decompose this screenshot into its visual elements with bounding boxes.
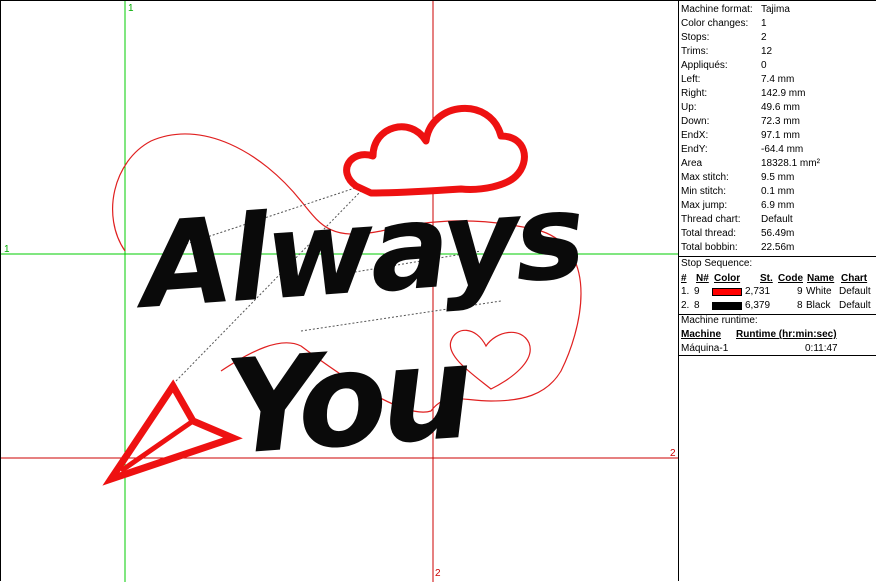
guide-label-bottom-2: 2 bbox=[435, 568, 441, 579]
design-preview: Always You bbox=[1, 1, 679, 582]
header-needle: N# bbox=[696, 273, 709, 284]
property-label: Min stitch: bbox=[681, 186, 727, 197]
property-label: Down: bbox=[681, 116, 710, 127]
row-chart: Default bbox=[839, 300, 871, 311]
header-machine: Machine bbox=[681, 329, 722, 340]
property-value: 0 bbox=[761, 60, 767, 71]
row-needle: 9 bbox=[694, 286, 700, 297]
header-name: Name bbox=[807, 273, 835, 284]
design-info-panel: Machine format: Tajima Color changes: 1 Stop… bbox=[678, 0, 876, 581]
row-num: 2. bbox=[681, 300, 690, 311]
property-value: Default bbox=[761, 214, 793, 225]
property-value: 142.9 mm bbox=[761, 88, 806, 99]
header-color: Color bbox=[714, 273, 741, 284]
header-chart: Chart bbox=[841, 273, 868, 284]
stop-sequence-title: Stop Sequence: bbox=[681, 258, 753, 269]
header-runtime: Runtime (hr:min:sec) bbox=[736, 329, 837, 340]
lettering-you: You bbox=[221, 316, 475, 485]
guide-label-right-2: 2 bbox=[670, 448, 676, 459]
divider bbox=[679, 355, 876, 356]
runtime-machine: Máquina-1 bbox=[681, 343, 729, 354]
property-label: EndY: bbox=[681, 144, 708, 155]
row-code: 9 bbox=[797, 286, 803, 297]
design-canvas[interactable]: Always You 1 1 2 2 bbox=[0, 0, 679, 582]
property-value: 1 bbox=[761, 18, 767, 29]
property-value: -64.4 mm bbox=[761, 144, 804, 155]
property-value: 72.3 mm bbox=[761, 116, 800, 127]
header-num: # bbox=[681, 273, 687, 284]
property-label: Thread chart: bbox=[681, 214, 741, 225]
lettering-always: Always bbox=[129, 167, 586, 336]
property-label: Max stitch: bbox=[681, 172, 729, 183]
property-value: 9.5 mm bbox=[761, 172, 795, 183]
row-stitches: 6,379 bbox=[745, 300, 771, 311]
row-chart: Default bbox=[839, 286, 871, 297]
runtime-value: 0:11:47 bbox=[805, 343, 838, 354]
property-label: Stops: bbox=[681, 32, 710, 43]
paper-plane bbox=[102, 379, 243, 486]
row-code: 8 bbox=[797, 300, 803, 311]
row-stitches: 2,731 bbox=[745, 286, 771, 297]
row-num: 1. bbox=[681, 286, 690, 297]
property-value: 56.49m bbox=[761, 228, 795, 239]
property-label: Total thread: bbox=[681, 228, 737, 239]
property-label: Up: bbox=[681, 102, 697, 113]
property-value: 12 bbox=[761, 46, 773, 57]
guide-label-top-1: 1 bbox=[128, 3, 134, 14]
property-label: Area bbox=[681, 158, 703, 169]
runtime-title: Machine runtime: bbox=[681, 315, 758, 326]
property-value: 0.1 mm bbox=[761, 186, 795, 197]
property-label: Right: bbox=[681, 88, 708, 99]
property-value: 49.6 mm bbox=[761, 102, 800, 113]
row-name: White bbox=[806, 286, 832, 297]
property-value: 2 bbox=[761, 32, 767, 43]
property-value: 7.4 mm bbox=[761, 74, 795, 85]
property-label: Max jump: bbox=[681, 200, 728, 211]
property-label: Left: bbox=[681, 74, 701, 85]
color-swatch-black bbox=[712, 302, 742, 310]
row-needle: 8 bbox=[694, 300, 700, 311]
property-value: Tajima bbox=[761, 4, 790, 15]
property-value: 18328.1 mm² bbox=[761, 158, 820, 169]
property-label: Color changes: bbox=[681, 18, 749, 29]
color-swatch-red bbox=[712, 288, 742, 296]
header-code: Code bbox=[778, 273, 803, 284]
row-name: Black bbox=[806, 300, 831, 311]
property-label: Appliqués: bbox=[681, 60, 728, 71]
property-value: 97.1 mm bbox=[761, 130, 800, 141]
property-label: Total bobbin: bbox=[681, 242, 738, 253]
property-label: EndX: bbox=[681, 130, 709, 141]
header-stitches: St. bbox=[760, 273, 773, 284]
guide-label-left-1: 1 bbox=[4, 244, 10, 255]
property-label: Machine format: bbox=[681, 4, 753, 15]
property-value: 6.9 mm bbox=[761, 200, 795, 211]
property-value: 22.56m bbox=[761, 242, 795, 253]
property-label: Trims: bbox=[681, 46, 709, 57]
